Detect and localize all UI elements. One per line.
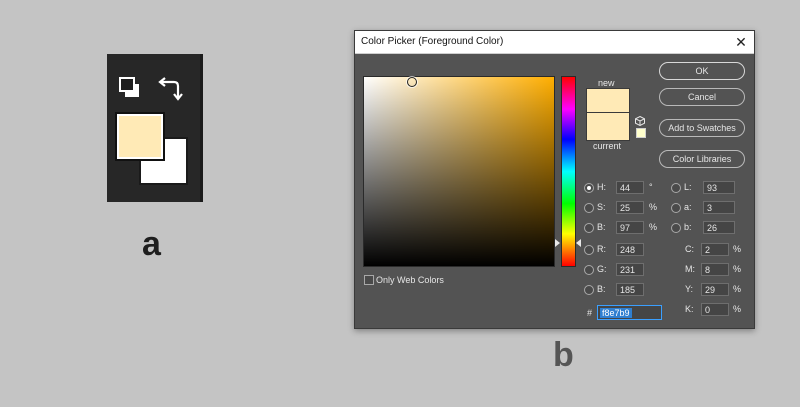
lab-a-input[interactable]: 3	[703, 201, 735, 214]
default-colors-icon[interactable]	[119, 77, 145, 101]
cmyk-y-label: Y:	[685, 284, 694, 294]
cmyk-m-label: M:	[685, 264, 695, 274]
websafe-color-swatch[interactable]	[636, 128, 646, 138]
hsb-b-unit: %	[649, 222, 658, 232]
color-picker-dialog: Color Picker (Foreground Color) ✕ new cu…	[354, 30, 755, 329]
hue-slider-handle-right[interactable]	[576, 239, 581, 247]
lab-b-radio[interactable]	[671, 223, 681, 233]
hex-value-selected: f8e7b9	[600, 308, 632, 318]
cmyk-c-label: C:	[685, 244, 694, 254]
hsb-s-radio[interactable]	[584, 203, 594, 213]
cmyk-c-unit: %	[733, 244, 742, 254]
only-web-colors-checkbox[interactable]	[364, 275, 374, 285]
rgb-g-label: G:	[597, 264, 607, 274]
panel-edge	[200, 54, 203, 202]
rgb-r-radio[interactable]	[584, 245, 594, 255]
caption-b: b	[553, 336, 574, 374]
cmyk-y-input[interactable]: 29	[701, 283, 729, 296]
only-web-colors-label: Only Web Colors	[376, 275, 444, 285]
lab-a-label: a:	[684, 202, 692, 212]
rgb-b-input[interactable]: 185	[616, 283, 644, 296]
title-bar: Color Picker (Foreground Color) ✕	[355, 31, 754, 54]
color-libraries-button[interactable]: Color Libraries	[659, 150, 745, 168]
cmyk-c-input[interactable]: 2	[701, 243, 729, 256]
lab-b-input[interactable]: 26	[703, 221, 735, 234]
cancel-button[interactable]: Cancel	[659, 88, 745, 106]
rgb-b-label: B:	[597, 284, 606, 294]
websafe-cube-icon[interactable]	[635, 116, 645, 126]
hsb-h-radio[interactable]	[584, 183, 594, 193]
hsb-s-label: S:	[597, 202, 606, 212]
new-color-preview	[586, 88, 630, 114]
cmyk-k-input[interactable]: 0	[701, 303, 729, 316]
new-label: new	[598, 78, 615, 88]
cmyk-k-label: K:	[685, 304, 694, 314]
hsb-b-radio[interactable]	[584, 223, 594, 233]
hsb-s-unit: %	[649, 202, 658, 212]
foreground-color-swatch[interactable]	[115, 112, 165, 161]
close-button[interactable]: ✕	[732, 33, 750, 51]
hsb-b-input[interactable]: 97	[616, 221, 644, 234]
hex-input[interactable]: f8e7b9	[597, 305, 662, 320]
color-field-cursor[interactable]	[407, 77, 417, 87]
cmyk-m-unit: %	[733, 264, 742, 274]
rgb-r-label: R:	[597, 244, 606, 254]
hsb-h-unit: °	[649, 182, 653, 192]
tool-color-panel	[107, 54, 203, 202]
rgb-g-radio[interactable]	[584, 265, 594, 275]
cmyk-y-unit: %	[733, 284, 742, 294]
lab-a-radio[interactable]	[671, 203, 681, 213]
cmyk-m-input[interactable]: 8	[701, 263, 729, 276]
lab-l-label: L:	[684, 182, 692, 192]
hsb-s-input[interactable]: 25	[616, 201, 644, 214]
lab-l-radio[interactable]	[671, 183, 681, 193]
hex-hash-label: #	[587, 308, 593, 318]
lab-b-label: b:	[684, 222, 692, 232]
rgb-g-input[interactable]: 231	[616, 263, 644, 276]
add-to-swatches-button[interactable]: Add to Swatches	[659, 119, 745, 137]
dialog-title: Color Picker (Foreground Color)	[361, 36, 504, 47]
hsb-b-label: B:	[597, 222, 606, 232]
current-color-preview[interactable]	[586, 112, 630, 141]
saturation-brightness-field[interactable]	[363, 76, 555, 267]
cmyk-k-unit: %	[733, 304, 742, 314]
ok-button[interactable]: OK	[659, 62, 745, 80]
rgb-b-radio[interactable]	[584, 285, 594, 295]
current-label: current	[593, 141, 622, 151]
hsb-h-input[interactable]: 44	[616, 181, 644, 194]
rgb-r-input[interactable]: 248	[616, 243, 644, 256]
hsb-h-label: H:	[597, 182, 606, 192]
caption-a: a	[142, 225, 161, 263]
swap-colors-icon[interactable]	[157, 76, 185, 102]
hue-slider-handle-left[interactable]	[555, 239, 560, 247]
lab-l-input[interactable]: 93	[703, 181, 735, 194]
hue-slider[interactable]	[561, 76, 576, 267]
